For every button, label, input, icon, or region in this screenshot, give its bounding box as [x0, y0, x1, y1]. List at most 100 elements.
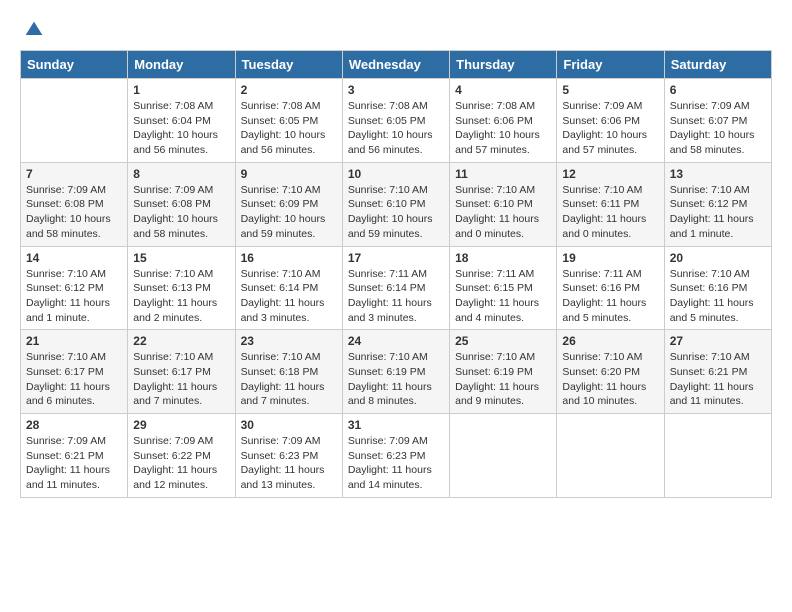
- calendar-week-row: 21 Sunrise: 7:10 AMSunset: 6:17 PMDayligh…: [21, 330, 772, 414]
- day-number: 11: [455, 167, 551, 181]
- day-number: 10: [348, 167, 444, 181]
- day-info: Sunrise: 7:10 AMSunset: 6:16 PMDaylight:…: [670, 267, 766, 326]
- day-info: Sunrise: 7:09 AMSunset: 6:07 PMDaylight:…: [670, 99, 766, 158]
- calendar-day-cell: 15Sunrise: 7:10 AMSunset: 6:13 PMDayligh…: [128, 246, 235, 330]
- weekday-header-cell: Saturday: [664, 51, 771, 79]
- calendar-day-cell: 9Sunrise: 7:10 AMSunset: 6:09 PMDaylight…: [235, 162, 342, 246]
- weekday-header-cell: Sunday: [21, 51, 128, 79]
- day-info: Sunrise: 7:11 AMSunset: 6:16 PMDaylight:…: [562, 267, 658, 326]
- calendar-day-cell: 14 Sunrise: 7:10 AMSunset: 6:12 PMDayligh…: [21, 246, 128, 330]
- day-info: Sunrise: 7:10 AMSunset: 6:13 PMDaylight:…: [133, 267, 229, 326]
- weekday-header-cell: Thursday: [450, 51, 557, 79]
- calendar-day-cell: 26Sunrise: 7:10 AMSunset: 6:20 PMDayligh…: [557, 330, 664, 414]
- calendar-day-cell: [664, 414, 771, 498]
- calendar-day-cell: [21, 79, 128, 163]
- page-header: [20, 20, 772, 40]
- day-info: Sunrise: 7:11 AMSunset: 6:15 PMDaylight:…: [455, 267, 551, 326]
- day-number: 6: [670, 83, 766, 97]
- calendar-day-cell: [450, 414, 557, 498]
- calendar-week-row: 28Sunrise: 7:09 AMSunset: 6:21 PMDayligh…: [21, 414, 772, 498]
- calendar-day-cell: 22 Sunrise: 7:10 AMSunset: 6:17 PMDayligh…: [128, 330, 235, 414]
- day-number: 12: [562, 167, 658, 181]
- day-info: Sunrise: 7:08 AMSunset: 6:04 PMDaylight:…: [133, 99, 229, 158]
- day-info: Sunrise: 7:09 AMSunset: 6:23 PMDaylight:…: [348, 434, 444, 493]
- day-info: Sunrise: 7:10 AMSunset: 6:18 PMDaylight:…: [241, 350, 337, 409]
- calendar-day-cell: 2 Sunrise: 7:08 AMSunset: 6:05 PMDaylight…: [235, 79, 342, 163]
- calendar-day-cell: 30 Sunrise: 7:09 AMSunset: 6:23 PMDayligh…: [235, 414, 342, 498]
- calendar-day-cell: 27 Sunrise: 7:10 AMSunset: 6:21 PMDayligh…: [664, 330, 771, 414]
- day-number: 20: [670, 251, 766, 265]
- day-number: 17: [348, 251, 444, 265]
- day-number: 16: [241, 251, 337, 265]
- day-number: 25: [455, 334, 551, 348]
- day-number: 4: [455, 83, 551, 97]
- day-info: Sunrise: 7:10 AMSunset: 6:10 PMDaylight:…: [348, 183, 444, 242]
- day-number: 13: [670, 167, 766, 181]
- calendar-day-cell: 5 Sunrise: 7:09 AMSunset: 6:06 PMDaylight…: [557, 79, 664, 163]
- calendar-day-cell: 25 Sunrise: 7:10 AMSunset: 6:19 PMDayligh…: [450, 330, 557, 414]
- day-number: 30: [241, 418, 337, 432]
- calendar-day-cell: 12 Sunrise: 7:10 AMSunset: 6:11 PMDayligh…: [557, 162, 664, 246]
- day-info: Sunrise: 7:09 AMSunset: 6:08 PMDaylight:…: [26, 183, 122, 242]
- calendar-day-cell: 21 Sunrise: 7:10 AMSunset: 6:17 PMDayligh…: [21, 330, 128, 414]
- calendar-day-cell: 18 Sunrise: 7:11 AMSunset: 6:15 PMDayligh…: [450, 246, 557, 330]
- day-info: Sunrise: 7:08 AMSunset: 6:05 PMDaylight:…: [348, 99, 444, 158]
- calendar-day-cell: 13 Sunrise: 7:10 AMSunset: 6:12 PMDayligh…: [664, 162, 771, 246]
- day-info: Sunrise: 7:08 AMSunset: 6:06 PMDaylight:…: [455, 99, 551, 158]
- day-number: 5: [562, 83, 658, 97]
- calendar-day-cell: 24Sunrise: 7:10 AMSunset: 6:19 PMDayligh…: [342, 330, 449, 414]
- day-info: Sunrise: 7:09 AMSunset: 6:22 PMDaylight:…: [133, 434, 229, 493]
- calendar-day-cell: 8Sunrise: 7:09 AMSunset: 6:08 PMDaylight…: [128, 162, 235, 246]
- day-number: 9: [241, 167, 337, 181]
- calendar-day-cell: 17 Sunrise: 7:11 AMSunset: 6:14 PMDayligh…: [342, 246, 449, 330]
- day-info: Sunrise: 7:08 AMSunset: 6:05 PMDaylight:…: [241, 99, 337, 158]
- day-info: Sunrise: 7:10 AMSunset: 6:12 PMDaylight:…: [670, 183, 766, 242]
- day-info: Sunrise: 7:10 AMSunset: 6:10 PMDaylight:…: [455, 183, 551, 242]
- calendar-day-cell: 4 Sunrise: 7:08 AMSunset: 6:06 PMDaylight…: [450, 79, 557, 163]
- day-number: 31: [348, 418, 444, 432]
- calendar-day-cell: 1 Sunrise: 7:08 AMSunset: 6:04 PMDaylight…: [128, 79, 235, 163]
- calendar-day-cell: 23 Sunrise: 7:10 AMSunset: 6:18 PMDayligh…: [235, 330, 342, 414]
- calendar-day-cell: 31 Sunrise: 7:09 AMSunset: 6:23 PMDayligh…: [342, 414, 449, 498]
- calendar-day-cell: 29 Sunrise: 7:09 AMSunset: 6:22 PMDayligh…: [128, 414, 235, 498]
- day-number: 19: [562, 251, 658, 265]
- calendar-day-cell: 19 Sunrise: 7:11 AMSunset: 6:16 PMDayligh…: [557, 246, 664, 330]
- logo-icon: [24, 20, 44, 40]
- calendar-day-cell: [557, 414, 664, 498]
- weekday-header-cell: Friday: [557, 51, 664, 79]
- day-info: Sunrise: 7:09 AMSunset: 6:21 PMDaylight:…: [26, 434, 122, 493]
- day-number: 18: [455, 251, 551, 265]
- day-number: 1: [133, 83, 229, 97]
- day-info: Sunrise: 7:10 AMSunset: 6:12 PMDaylight:…: [26, 267, 122, 326]
- calendar-day-cell: 11 Sunrise: 7:10 AMSunset: 6:10 PMDayligh…: [450, 162, 557, 246]
- day-number: 2: [241, 83, 337, 97]
- calendar-day-cell: 6 Sunrise: 7:09 AMSunset: 6:07 PMDaylight…: [664, 79, 771, 163]
- calendar-day-cell: 3 Sunrise: 7:08 AMSunset: 6:05 PMDaylight…: [342, 79, 449, 163]
- day-info: Sunrise: 7:10 AMSunset: 6:21 PMDaylight:…: [670, 350, 766, 409]
- calendar-week-row: 14 Sunrise: 7:10 AMSunset: 6:12 PMDayligh…: [21, 246, 772, 330]
- day-info: Sunrise: 7:10 AMSunset: 6:19 PMDaylight:…: [455, 350, 551, 409]
- day-number: 14: [26, 251, 122, 265]
- day-number: 21: [26, 334, 122, 348]
- day-number: 22: [133, 334, 229, 348]
- day-info: Sunrise: 7:10 AMSunset: 6:20 PMDaylight:…: [562, 350, 658, 409]
- day-info: Sunrise: 7:10 AMSunset: 6:17 PMDaylight:…: [133, 350, 229, 409]
- day-info: Sunrise: 7:10 AMSunset: 6:17 PMDaylight:…: [26, 350, 122, 409]
- calendar-body: 1 Sunrise: 7:08 AMSunset: 6:04 PMDaylight…: [21, 79, 772, 498]
- calendar-day-cell: 28Sunrise: 7:09 AMSunset: 6:21 PMDayligh…: [21, 414, 128, 498]
- day-info: Sunrise: 7:11 AMSunset: 6:14 PMDaylight:…: [348, 267, 444, 326]
- day-info: Sunrise: 7:09 AMSunset: 6:06 PMDaylight:…: [562, 99, 658, 158]
- day-number: 29: [133, 418, 229, 432]
- calendar-day-cell: 10 Sunrise: 7:10 AMSunset: 6:10 PMDayligh…: [342, 162, 449, 246]
- calendar-day-cell: 16 Sunrise: 7:10 AMSunset: 6:14 PMDayligh…: [235, 246, 342, 330]
- day-number: 27: [670, 334, 766, 348]
- day-info: Sunrise: 7:10 AMSunset: 6:19 PMDaylight:…: [348, 350, 444, 409]
- calendar-week-row: 1 Sunrise: 7:08 AMSunset: 6:04 PMDaylight…: [21, 79, 772, 163]
- day-number: 3: [348, 83, 444, 97]
- weekday-header-row: SundayMondayTuesdayWednesdayThursdayFrid…: [21, 51, 772, 79]
- day-info: Sunrise: 7:10 AMSunset: 6:11 PMDaylight:…: [562, 183, 658, 242]
- day-info: Sunrise: 7:10 AMSunset: 6:14 PMDaylight:…: [241, 267, 337, 326]
- day-number: 23: [241, 334, 337, 348]
- day-info: Sunrise: 7:09 AMSunset: 6:23 PMDaylight:…: [241, 434, 337, 493]
- day-info: Sunrise: 7:09 AMSunset: 6:08 PMDaylight:…: [133, 183, 229, 242]
